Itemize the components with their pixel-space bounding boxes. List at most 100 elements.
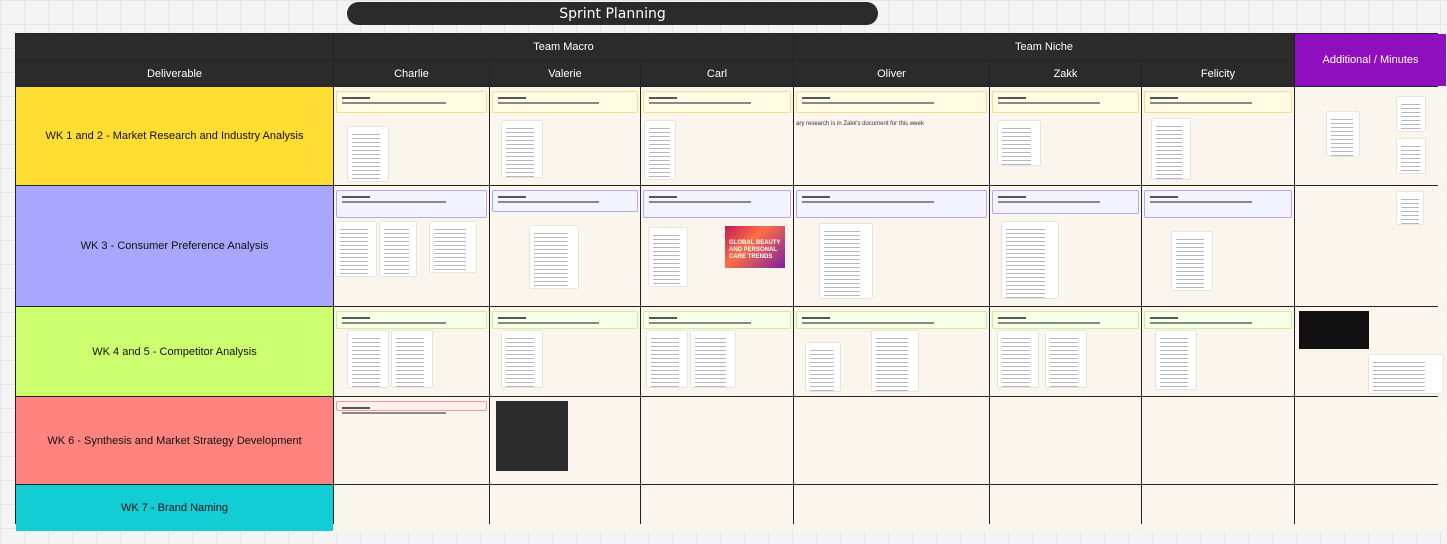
sticky-note[interactable] [643,190,791,218]
cell-wk6-valerie[interactable] [490,397,640,484]
cell-wk3-valerie[interactable] [490,186,640,306]
document-thumbnail[interactable] [1046,331,1086,387]
sticky-note[interactable] [492,190,638,212]
dark-document-thumbnail[interactable] [1299,311,1369,349]
sticky-note[interactable] [492,311,638,329]
member-header-oliver: Oliver [794,61,989,86]
document-thumbnail[interactable] [647,331,687,387]
document-thumbnail[interactable] [998,121,1040,165]
cell-wk7-additional[interactable] [1295,485,1446,531]
document-thumbnail[interactable] [502,121,542,177]
dark-document-thumbnail[interactable] [496,401,568,471]
sticky-note[interactable] [1144,91,1292,113]
row-label-wk4-5: WK 4 and 5 - Competitor Analysis [16,307,333,396]
sticky-note[interactable] [336,401,487,414]
cell-wk1-valerie[interactable] [490,87,640,185]
member-header-valerie: Valerie [490,61,640,86]
cell-wk1-charlie[interactable] [334,87,489,185]
row-label-wk6: WK 6 - Synthesis and Market Strategy Dev… [16,397,333,484]
document-thumbnail[interactable] [392,331,432,387]
cell-wk6-additional[interactable] [1295,397,1446,484]
sticky-note[interactable] [336,190,487,218]
document-thumbnail[interactable] [872,331,918,391]
document-thumbnail[interactable] [1397,192,1423,224]
cell-wk1-zakk[interactable] [990,87,1141,185]
cell-wk7-felicity[interactable] [1142,485,1294,531]
sticky-note[interactable] [336,311,487,329]
sticky-note[interactable] [796,190,987,218]
document-thumbnail[interactable] [998,331,1038,387]
document-thumbnail[interactable] [1397,139,1425,173]
cell-wk7-valerie[interactable] [490,485,640,531]
cell-wk1-oliver[interactable]: ary research is in Zakk's document for t… [794,87,989,185]
document-thumbnail[interactable] [1002,222,1058,298]
document-thumbnail[interactable] [1369,355,1443,393]
sticky-note[interactable] [643,311,791,329]
document-thumbnail[interactable] [1327,112,1359,156]
cell-wk7-oliver[interactable] [794,485,989,531]
cell-wk4-additional[interactable] [1295,307,1446,396]
document-thumbnail[interactable] [806,343,840,391]
sticky-note[interactable] [1144,190,1292,218]
beauty-trends-image[interactable]: GLOBAL BEAUTY AND PERSONAL CARE TRENDS [725,226,785,268]
cell-wk7-zakk[interactable] [990,485,1141,531]
document-thumbnail[interactable] [530,226,578,288]
sticky-note[interactable] [1144,311,1292,329]
cell-wk1-additional[interactable] [1295,87,1446,185]
row-label-wk3: WK 3 - Consumer Preference Analysis [16,186,333,306]
cell-wk4-charlie[interactable] [334,307,489,396]
document-thumbnail[interactable] [1172,232,1212,290]
cell-wk6-charlie[interactable] [334,397,489,484]
document-thumbnail[interactable] [430,222,476,272]
cell-wk1-felicity[interactable] [1142,87,1294,185]
cell-wk4-valerie[interactable] [490,307,640,396]
document-thumbnail[interactable] [348,127,388,181]
cell-wk7-carl[interactable] [641,485,793,531]
cell-wk6-zakk[interactable] [990,397,1141,484]
cell-wk3-carl[interactable]: GLOBAL BEAUTY AND PERSONAL CARE TRENDS [641,186,793,306]
row-label-wk1-2: WK 1 and 2 - Market Research and Industr… [16,87,333,185]
document-thumbnail[interactable] [820,224,872,298]
document-thumbnail[interactable] [502,331,542,387]
cell-wk4-carl[interactable] [641,307,793,396]
document-thumbnail[interactable] [336,222,376,276]
cell-wk7-charlie[interactable] [334,485,489,531]
cell-wk6-carl[interactable] [641,397,793,484]
document-thumbnail[interactable] [1397,97,1425,131]
cell-wk6-felicity[interactable] [1142,397,1294,484]
document-thumbnail[interactable] [1152,119,1190,179]
sticky-note[interactable] [992,311,1139,329]
sticky-note[interactable] [643,91,791,113]
member-header-felicity: Felicity [1142,61,1294,86]
row-label-wk7: WK 7 - Brand Naming [16,485,333,531]
document-thumbnail[interactable] [380,222,416,276]
board-title[interactable]: Sprint Planning [347,2,878,25]
member-header-charlie: Charlie [334,61,489,86]
document-thumbnail[interactable] [645,121,675,179]
document-thumbnail[interactable] [1156,331,1196,389]
cell-wk1-carl[interactable] [641,87,793,185]
cell-wk4-oliver[interactable] [794,307,989,396]
sticky-note[interactable] [992,190,1139,214]
cell-wk3-additional[interactable] [1295,186,1446,306]
document-thumbnail[interactable] [649,228,687,286]
sticky-note[interactable] [796,311,987,329]
member-header-zakk: Zakk [990,61,1141,86]
sticky-note[interactable] [796,91,987,113]
team-macro-header: Team Macro [334,34,793,60]
additional-minutes-header: Additional / Minutes [1295,34,1446,86]
cell-wk4-zakk[interactable] [990,307,1141,396]
cell-wk3-oliver[interactable] [794,186,989,306]
sticky-note[interactable] [492,91,638,113]
sticky-note[interactable] [336,91,487,113]
cell-wk6-oliver[interactable] [794,397,989,484]
document-thumbnail[interactable] [348,331,388,387]
cell-wk3-felicity[interactable] [1142,186,1294,306]
team-niche-header: Team Niche [794,34,1294,60]
cell-wk4-felicity[interactable] [1142,307,1294,396]
cell-wk3-zakk[interactable] [990,186,1141,306]
cell-wk3-charlie[interactable] [334,186,489,306]
header-blank [16,34,333,60]
sticky-note[interactable] [992,91,1139,113]
document-thumbnail[interactable] [691,331,735,387]
